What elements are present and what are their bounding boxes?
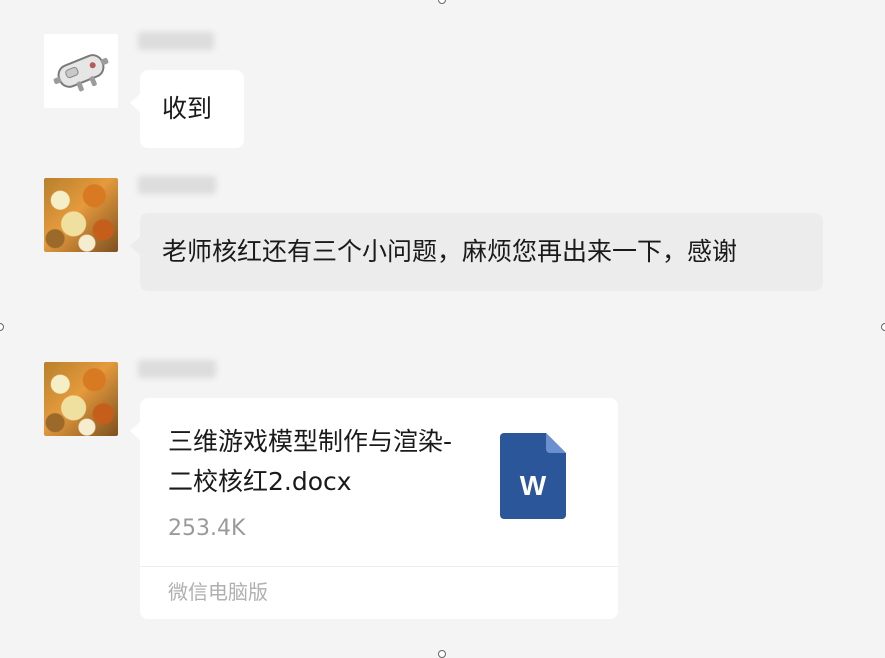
sender-name: [138, 360, 216, 378]
sender-avatar[interactable]: [44, 362, 118, 436]
message-bubble[interactable]: 收到: [130, 70, 244, 148]
file-size: 253.4K: [168, 516, 246, 541]
word-document-icon: W: [500, 433, 566, 519]
word-icon-letter: W: [520, 470, 547, 501]
file-message-card[interactable]: 三维游戏模型制作与渲染-二校核红2.docx 253.4K W 微信电脑版: [130, 398, 618, 619]
sender-avatar[interactable]: [44, 34, 118, 108]
message-text: 收到: [162, 94, 213, 123]
sender-name: [138, 32, 214, 50]
file-source-label: 微信电脑版: [168, 580, 268, 604]
sender-name: [138, 176, 216, 194]
file-name: 三维游戏模型制作与渲染-二校核红2.docx: [168, 427, 453, 496]
resize-handle-top[interactable]: [438, 0, 446, 4]
robot-avatar-icon: [53, 54, 109, 92]
resize-handle-bottom[interactable]: [438, 650, 446, 658]
resize-handle-left[interactable]: [0, 323, 4, 331]
message-text: 老师核红还有三个小问题，麻烦您再出来一下，感谢: [162, 237, 738, 266]
resize-handle-right[interactable]: [881, 323, 885, 331]
card-divider: [140, 566, 618, 567]
sender-avatar[interactable]: [44, 178, 118, 252]
message-bubble[interactable]: 老师核红还有三个小问题，麻烦您再出来一下，感谢: [130, 213, 823, 291]
